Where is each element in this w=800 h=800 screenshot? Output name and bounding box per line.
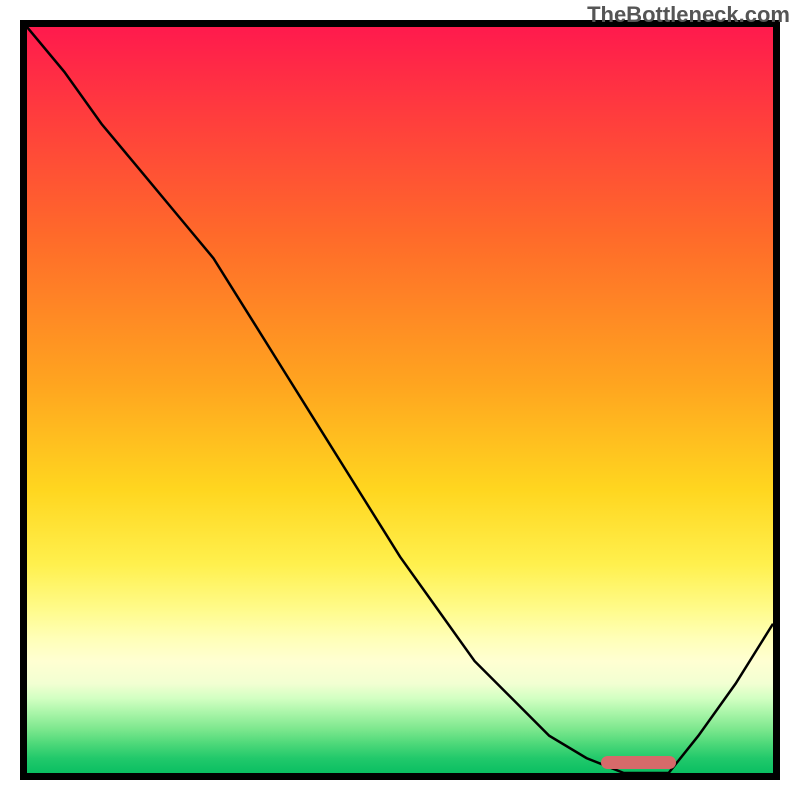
chart-frame (20, 20, 780, 780)
optimal-marker (601, 756, 676, 769)
plot-area (27, 27, 773, 773)
bottleneck-curve (27, 27, 773, 773)
